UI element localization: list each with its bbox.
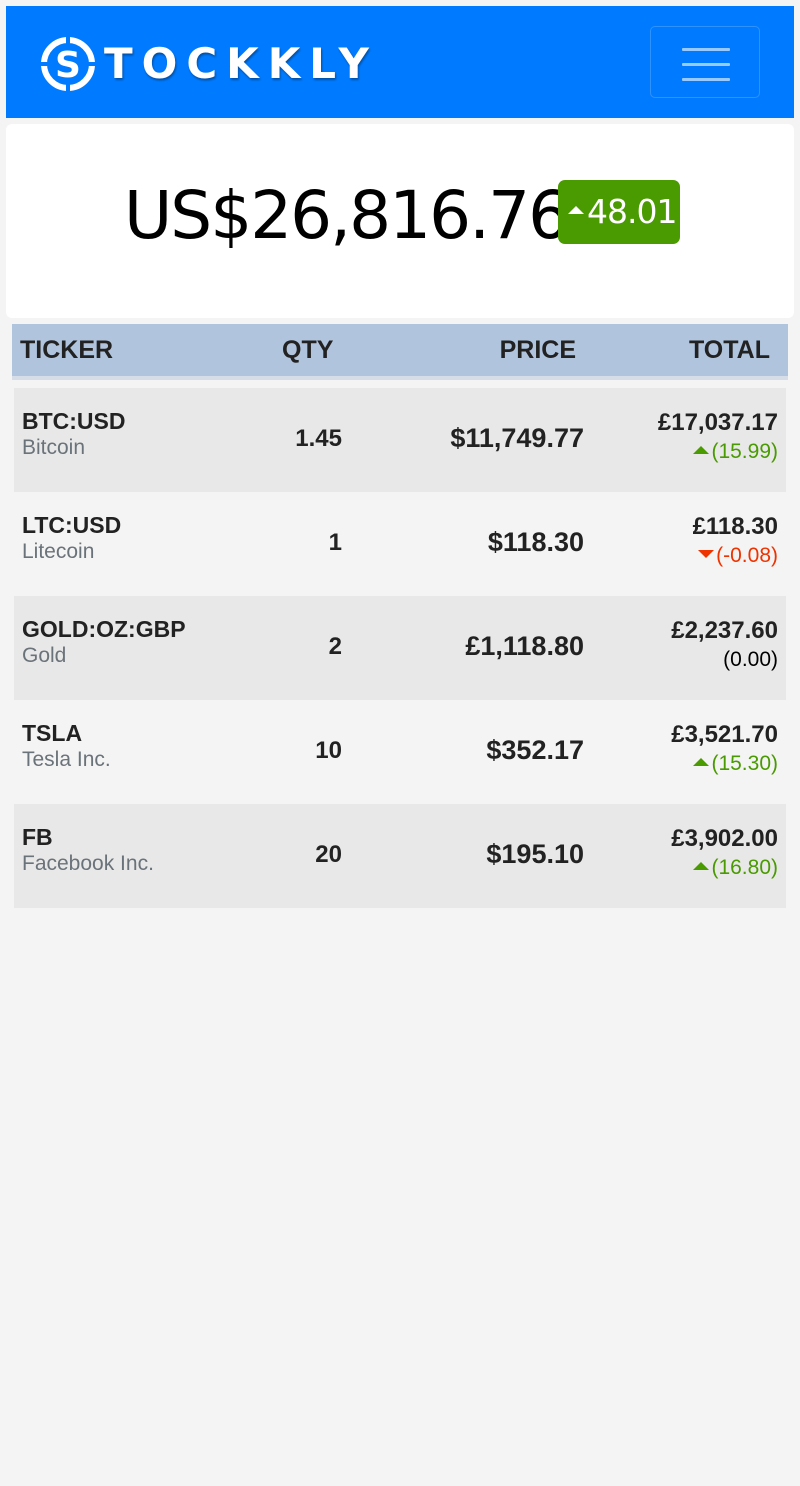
row-change-value: (15.30) xyxy=(711,752,778,775)
triangle-down-icon xyxy=(698,550,715,559)
column-header-total[interactable]: TOTAL xyxy=(689,324,770,376)
row-change-value: (16.80) xyxy=(711,856,778,879)
quantity: 2 xyxy=(328,633,342,660)
ticker-name: Bitcoin xyxy=(22,436,86,459)
quantity: 20 xyxy=(315,841,342,868)
hamburger-icon xyxy=(682,48,730,51)
portfolio-total-value: US$26,816.76 xyxy=(124,177,570,254)
column-header-qty[interactable]: QTY xyxy=(282,324,333,376)
ticker-name: Litecoin xyxy=(22,540,95,563)
hamburger-icon xyxy=(682,63,730,66)
column-header-price[interactable]: PRICE xyxy=(500,324,576,376)
ticker-symbol: TSLA xyxy=(22,720,83,746)
row-change-value: (0.00) xyxy=(723,648,778,671)
table-row[interactable]: TSLA Tesla Inc. 10 $352.17 £3,521.70 (15… xyxy=(14,700,786,804)
row-change: (0.00) xyxy=(723,648,778,672)
ticker-name: Gold xyxy=(22,644,67,667)
row-total: £2,237.60 xyxy=(671,617,778,644)
ticker-symbol: LTC:USD xyxy=(22,512,122,538)
price: $195.10 xyxy=(486,839,584,869)
row-total: £3,521.70 xyxy=(671,721,778,748)
row-change: (15.99) xyxy=(693,440,778,464)
price: $352.17 xyxy=(486,735,584,765)
top-navbar: S TOCKKLY xyxy=(6,6,794,118)
table-row[interactable]: FB Facebook Inc. 20 $195.10 £3,902.00 (1… xyxy=(14,804,786,908)
quantity: 1.45 xyxy=(295,425,342,452)
row-total: £3,902.00 xyxy=(671,825,778,852)
portfolio-change-value: 48.01 xyxy=(587,192,677,231)
row-change-value: (15.99) xyxy=(711,440,778,463)
row-change: (15.30) xyxy=(693,752,778,776)
triangle-up-icon xyxy=(693,758,710,767)
brand-name: TOCKKLY xyxy=(104,39,378,88)
holdings-table-header: TICKER QTY PRICE TOTAL xyxy=(12,324,788,380)
row-change: (16.80) xyxy=(693,856,778,880)
hamburger-icon xyxy=(682,78,730,81)
logo-letter: S xyxy=(55,45,81,86)
table-row[interactable]: GOLD:OZ:GBP Gold 2 £1,118.80 £2,237.60 (… xyxy=(14,596,786,700)
price: £1,118.80 xyxy=(465,631,584,661)
stockkly-logo-icon: S xyxy=(40,36,96,92)
quantity: 1 xyxy=(328,529,342,556)
ticker-name: Tesla Inc. xyxy=(22,748,111,771)
price: $118.30 xyxy=(487,527,584,557)
column-header-ticker[interactable]: TICKER xyxy=(20,324,113,376)
table-row[interactable]: BTC:USD Bitcoin 1.45 $11,749.77 £17,037.… xyxy=(14,388,786,492)
triangle-up-icon xyxy=(568,205,584,214)
ticker-symbol: FB xyxy=(22,824,53,850)
row-change-value: (-0.08) xyxy=(716,544,778,567)
brand-link[interactable]: S TOCKKLY xyxy=(38,32,378,96)
price: $11,749.77 xyxy=(450,423,584,453)
row-total: £17,037.17 xyxy=(657,409,778,436)
ticker-symbol: GOLD:OZ:GBP xyxy=(22,616,186,642)
triangle-up-icon xyxy=(693,862,710,871)
row-total: £118.30 xyxy=(692,513,778,540)
ticker-symbol: BTC:USD xyxy=(22,408,126,434)
portfolio-change-badge: 48.01 xyxy=(558,180,680,244)
triangle-up-icon xyxy=(693,446,710,455)
table-row[interactable]: LTC:USD Litecoin 1 $118.30 £118.30 (-0.0… xyxy=(14,492,786,596)
row-change: (-0.08) xyxy=(698,544,778,568)
menu-toggle-button[interactable] xyxy=(650,26,760,98)
holdings-table-body: BTC:USD Bitcoin 1.45 $11,749.77 £17,037.… xyxy=(14,388,786,908)
quantity: 10 xyxy=(315,737,342,764)
ticker-name: Facebook Inc. xyxy=(22,852,154,875)
portfolio-summary: US$26,816.76 48.01 xyxy=(6,124,794,318)
